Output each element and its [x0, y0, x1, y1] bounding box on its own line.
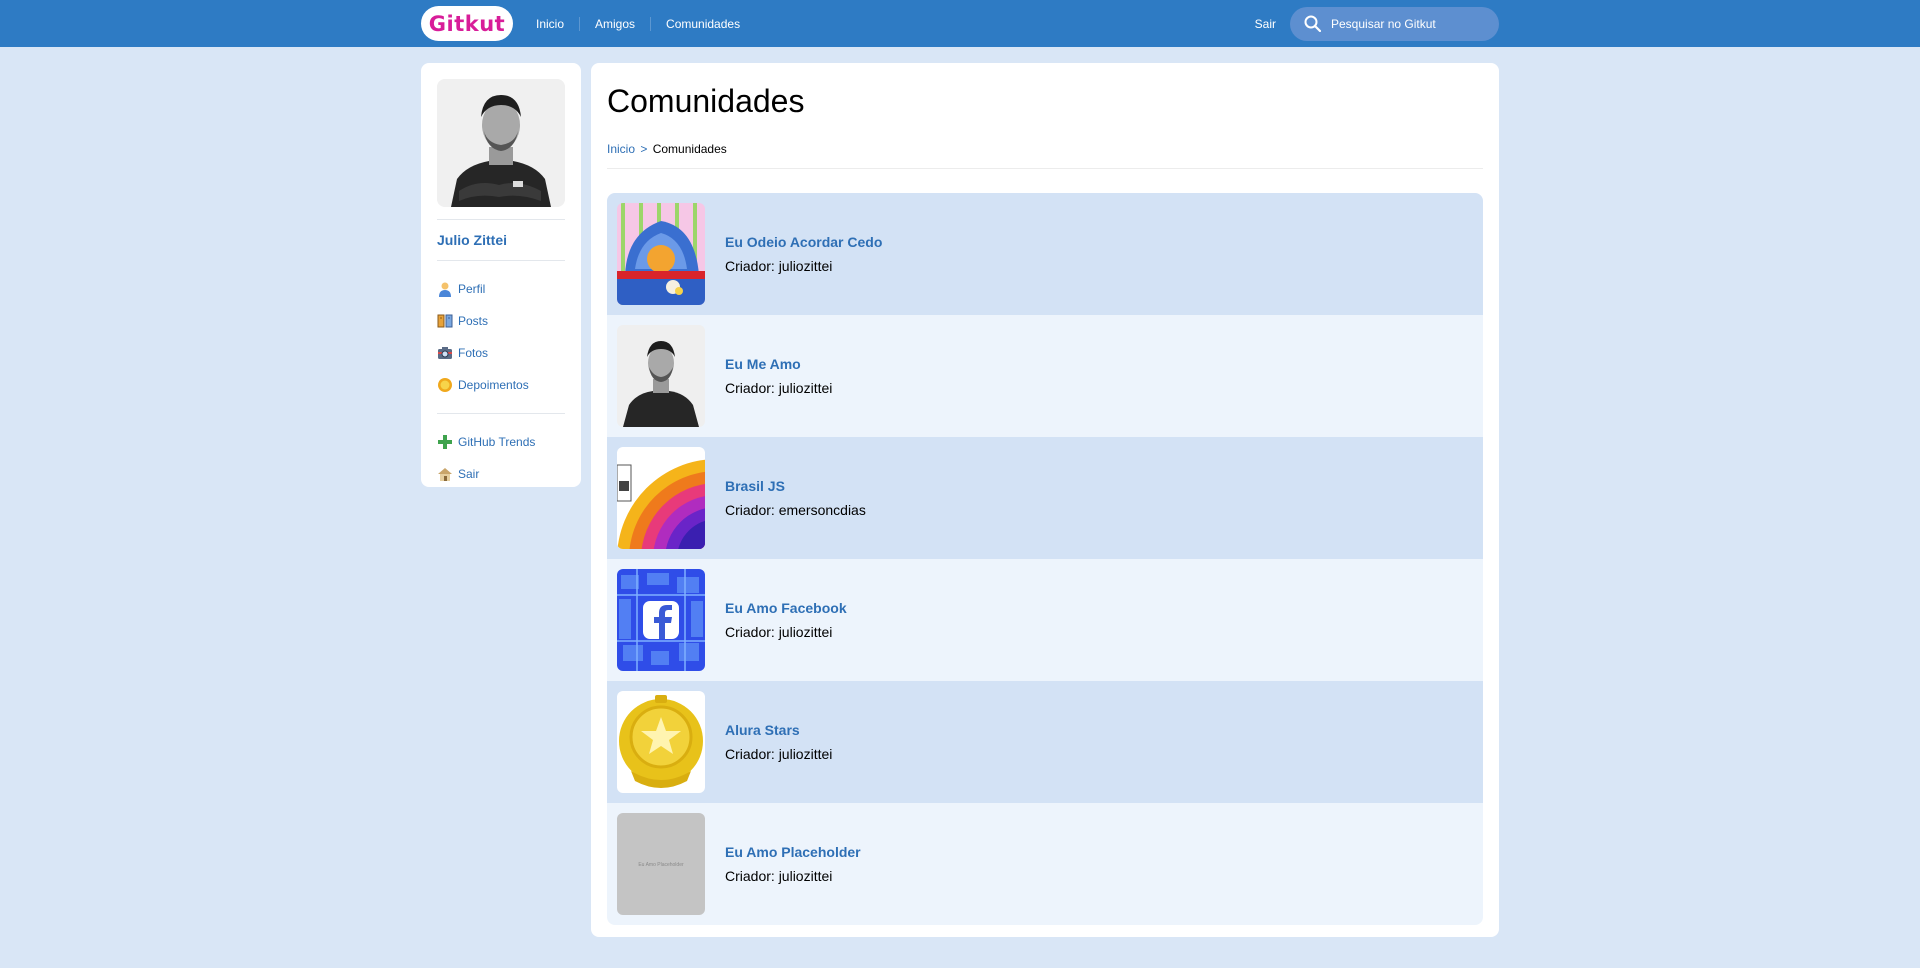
breadcrumb-separator: >: [640, 142, 648, 156]
community-name-link[interactable]: Brasil JS: [725, 478, 866, 494]
sidebar-item-github-trends[interactable]: GitHub Trends: [437, 426, 565, 458]
sidebar-item-label: Fotos: [458, 346, 489, 360]
sidebar-item-label: Posts: [458, 314, 489, 328]
list-item[interactable]: Alura Stars Criador: juliozittei: [607, 681, 1483, 803]
community-creator: Criador: juliozittei: [725, 258, 833, 274]
plus-icon: [438, 435, 452, 449]
community-creator: Criador: juliozittei: [725, 380, 833, 396]
sidebar-item-label: Perfil: [458, 282, 486, 296]
profile-photo-image: [617, 325, 705, 427]
list-item[interactable]: Eu Amo Placeholder Eu Amo Placeholder Cr…: [607, 803, 1483, 925]
home-icon: [438, 468, 452, 481]
community-name-link[interactable]: Eu Amo Facebook: [725, 600, 847, 616]
garfield-image: [617, 203, 705, 305]
divider: [607, 168, 1483, 169]
search-box[interactable]: [1290, 6, 1499, 41]
search-input[interactable]: [1331, 16, 1481, 31]
sidebar-item-perfil[interactable]: Perfil: [437, 273, 565, 305]
community-thumbnail[interactable]: [617, 447, 705, 549]
list-item[interactable]: Eu Odeio Acordar Cedo Criador: juliozitt…: [607, 193, 1483, 315]
nav-link-amigos[interactable]: Amigos: [580, 16, 652, 31]
placeholder-text: Eu Amo Placeholder: [638, 862, 684, 868]
nav-link-inicio[interactable]: Inicio: [521, 16, 581, 31]
nav-link-comunidades[interactable]: Comunidades: [651, 17, 755, 31]
community-thumbnail[interactable]: [617, 325, 705, 427]
sidebar-item-label: GitHub Trends: [458, 435, 536, 449]
list-item[interactable]: Brasil JS Criador: emersoncdias: [607, 437, 1483, 559]
community-thumbnail[interactable]: [617, 569, 705, 671]
rainbow-image: [617, 447, 705, 549]
list-item[interactable]: Eu Me Amo Criador: juliozittei: [607, 315, 1483, 437]
community-thumbnail[interactable]: [617, 203, 705, 305]
breadcrumb-current: Comunidades: [652, 142, 727, 156]
main-content: Comunidades Inicio > Comunidades Eu Odei…: [591, 63, 1499, 937]
logout-link[interactable]: Sair: [1255, 17, 1276, 31]
community-creator: Criador: juliozittei: [725, 746, 833, 762]
sidebar-item-depoimentos[interactable]: Depoimentos: [437, 369, 565, 401]
community-name-link[interactable]: Eu Odeio Acordar Cedo: [725, 234, 882, 250]
facebook-logo-image: [617, 569, 705, 671]
community-thumbnail[interactable]: [617, 691, 705, 793]
sidebar-item-fotos[interactable]: Fotos: [437, 337, 565, 369]
community-creator: Criador: juliozittei: [725, 868, 833, 884]
avatar-photo: [437, 79, 565, 207]
community-creator: Criador: juliozittei: [725, 624, 833, 640]
sidebar-item-sair[interactable]: Sair: [437, 458, 565, 490]
book-icon: [437, 314, 453, 328]
community-name-link[interactable]: Eu Me Amo: [725, 356, 832, 372]
top-bar-content: Gitkut Inicio Amigos Comunidades Sair: [421, 0, 1499, 47]
gitkut-logo[interactable]: Gitkut: [421, 6, 513, 41]
sun-icon: [438, 378, 452, 392]
alura-stars-badge-image: [617, 691, 705, 793]
community-name-link[interactable]: Eu Amo Placeholder: [725, 844, 861, 860]
user-icon: [439, 282, 451, 297]
profile-sidebar: Julio Zittei Perfil Posts Fotos Depoimen…: [421, 63, 581, 487]
community-name-link[interactable]: Alura Stars: [725, 722, 832, 738]
breadcrumb-home-link[interactable]: Inicio: [607, 142, 635, 156]
top-bar: Gitkut Inicio Amigos Comunidades Sair: [0, 0, 1920, 47]
profile-name-link[interactable]: Julio Zittei: [437, 232, 565, 248]
community-list: Eu Odeio Acordar Cedo Criador: juliozitt…: [607, 193, 1483, 925]
sidebar-item-label: Sair: [458, 467, 480, 481]
page-title: Comunidades: [607, 83, 805, 119]
top-nav: Inicio Amigos Comunidades: [521, 16, 755, 31]
sidebar-item-posts[interactable]: Posts: [437, 305, 565, 337]
community-thumbnail[interactable]: Eu Amo Placeholder: [617, 813, 705, 915]
divider: [437, 219, 565, 220]
search-icon: [1304, 15, 1321, 32]
placeholder-image: Eu Amo Placeholder: [617, 813, 705, 915]
community-creator: Criador: emersoncdias: [725, 502, 866, 518]
avatar[interactable]: [437, 79, 565, 207]
sidebar-item-label: Depoimentos: [458, 378, 529, 392]
list-item[interactable]: Eu Amo Facebook Criador: juliozittei: [607, 559, 1483, 681]
divider: [437, 260, 565, 261]
breadcrumb: Inicio > Comunidades: [607, 142, 1483, 156]
divider: [437, 413, 565, 414]
camera-icon: [438, 347, 452, 359]
